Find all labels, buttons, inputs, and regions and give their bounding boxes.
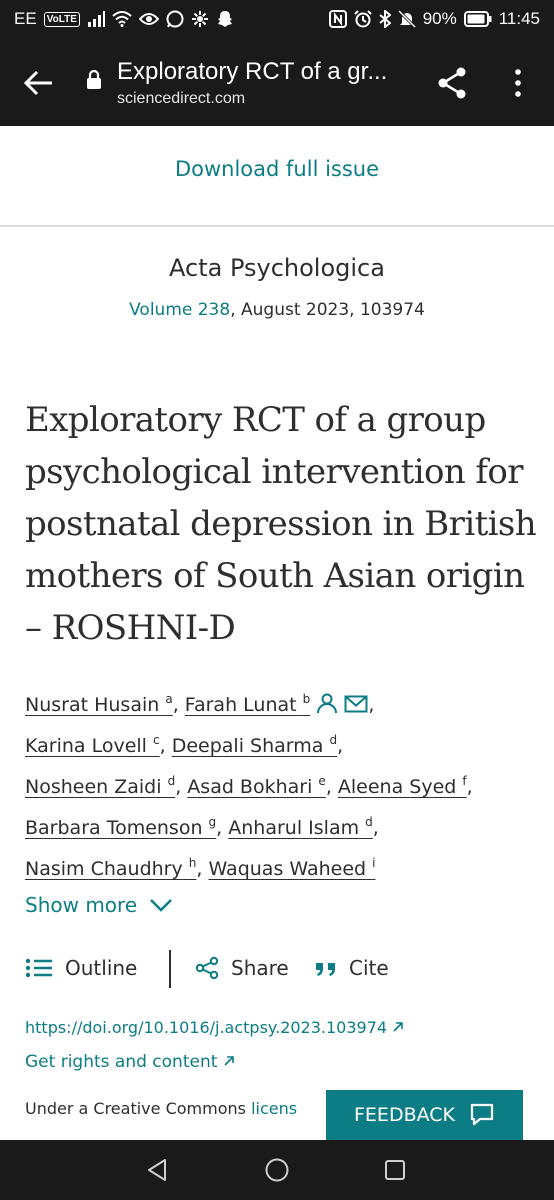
external-link-icon bbox=[393, 1022, 403, 1032]
person-icon[interactable] bbox=[316, 692, 338, 714]
article-title: Exploratory RCT of a group psychological… bbox=[25, 400, 537, 648]
nav-back-icon[interactable] bbox=[146, 1158, 168, 1182]
whatsapp-icon bbox=[166, 10, 184, 28]
rights-link[interactable]: Get rights and content bbox=[25, 1052, 235, 1072]
cite-button[interactable]: Cite bbox=[315, 956, 389, 980]
show-more-button[interactable]: Show more bbox=[25, 893, 173, 917]
volte-badge: VoLTE bbox=[43, 11, 80, 27]
signal-icon bbox=[87, 11, 105, 27]
show-more-label: Show more bbox=[25, 893, 138, 917]
settings-sync-icon bbox=[191, 11, 208, 27]
nav-home-icon[interactable] bbox=[265, 1158, 289, 1182]
eye-icon bbox=[138, 13, 159, 25]
wifi-icon bbox=[112, 11, 132, 27]
system-nav-bar bbox=[0, 1140, 554, 1200]
author-link[interactable]: Farah Lunat b bbox=[185, 692, 310, 716]
author-link[interactable]: Nusrat Husain a bbox=[25, 692, 173, 716]
doi-link[interactable]: https://doi.org/10.1016/j.actpsy.2023.10… bbox=[25, 1018, 404, 1037]
clock: 11:45 bbox=[498, 9, 540, 28]
list-icon bbox=[25, 958, 52, 978]
page-domain[interactable]: sciencedirect.com bbox=[117, 90, 245, 108]
volume-link[interactable]: Volume 238 bbox=[129, 300, 230, 320]
outline-button[interactable]: Outline bbox=[25, 956, 137, 980]
volume-info: Volume 238, August 2023, 103974 bbox=[0, 300, 554, 320]
browser-toolbar: Exploratory RCT of a gr... sciencedirect… bbox=[0, 40, 554, 126]
download-full-issue-link[interactable]: Download full issue bbox=[0, 157, 554, 181]
author-link[interactable]: Deepali Sharma d bbox=[172, 733, 337, 757]
volume-details: , August 2023, 103974 bbox=[230, 300, 425, 320]
article-actions: Outline Share Cite bbox=[25, 950, 525, 990]
license-link[interactable]: licens bbox=[251, 1099, 297, 1118]
quote-icon bbox=[316, 963, 335, 976]
nfc-icon bbox=[328, 10, 347, 28]
status-bar: EE VoLTE 90% 11:45 bbox=[0, 0, 554, 40]
page-title[interactable]: Exploratory RCT of a gr... bbox=[117, 58, 387, 86]
author-link[interactable]: Asad Bokhari e bbox=[187, 774, 326, 798]
arrow-left-icon[interactable] bbox=[22, 68, 54, 98]
more-vertical-icon[interactable] bbox=[508, 68, 528, 98]
feedback-button[interactable]: FEEDBACK bbox=[326, 1090, 523, 1140]
nav-recents-icon[interactable] bbox=[384, 1159, 406, 1181]
share-label: Share bbox=[231, 956, 289, 980]
outline-label: Outline bbox=[65, 956, 138, 980]
author-link[interactable]: Waquas Waheed i bbox=[208, 856, 375, 880]
divider bbox=[169, 950, 171, 988]
share-icon bbox=[195, 956, 219, 980]
author-link[interactable]: Aleena Syed f bbox=[338, 774, 467, 798]
cite-label: Cite bbox=[349, 956, 389, 980]
envelope-icon[interactable] bbox=[344, 694, 368, 714]
author-list: Nusrat Husain a, Farah Lunat b , Karina … bbox=[25, 692, 473, 880]
journal-name[interactable]: Acta Psychologica bbox=[0, 254, 554, 282]
author-link[interactable]: Barbara Tomenson g bbox=[25, 815, 216, 839]
chat-bubble-icon bbox=[470, 1103, 494, 1126]
author-link[interactable]: Anharul Islam d bbox=[228, 815, 373, 839]
divider bbox=[0, 225, 554, 227]
battery-percent: 90% bbox=[422, 9, 457, 28]
share-icon[interactable] bbox=[436, 66, 468, 100]
chevron-down-icon bbox=[150, 899, 173, 912]
bluetooth-icon bbox=[379, 10, 391, 28]
author-link[interactable]: Karina Lovell c bbox=[25, 733, 160, 757]
snapchat-icon bbox=[217, 11, 232, 27]
author-link[interactable]: Nosheen Zaidi d bbox=[25, 774, 175, 798]
feedback-label: FEEDBACK bbox=[354, 1104, 455, 1126]
share-button[interactable]: Share bbox=[195, 956, 289, 980]
battery-icon bbox=[463, 11, 492, 27]
carrier-label: EE bbox=[14, 9, 37, 28]
mute-bell-icon bbox=[397, 10, 416, 28]
alarm-icon bbox=[353, 10, 372, 28]
lock-icon[interactable] bbox=[86, 70, 102, 90]
author-link[interactable]: Nasim Chaudhry h bbox=[25, 856, 196, 880]
external-link-icon bbox=[224, 1056, 234, 1066]
